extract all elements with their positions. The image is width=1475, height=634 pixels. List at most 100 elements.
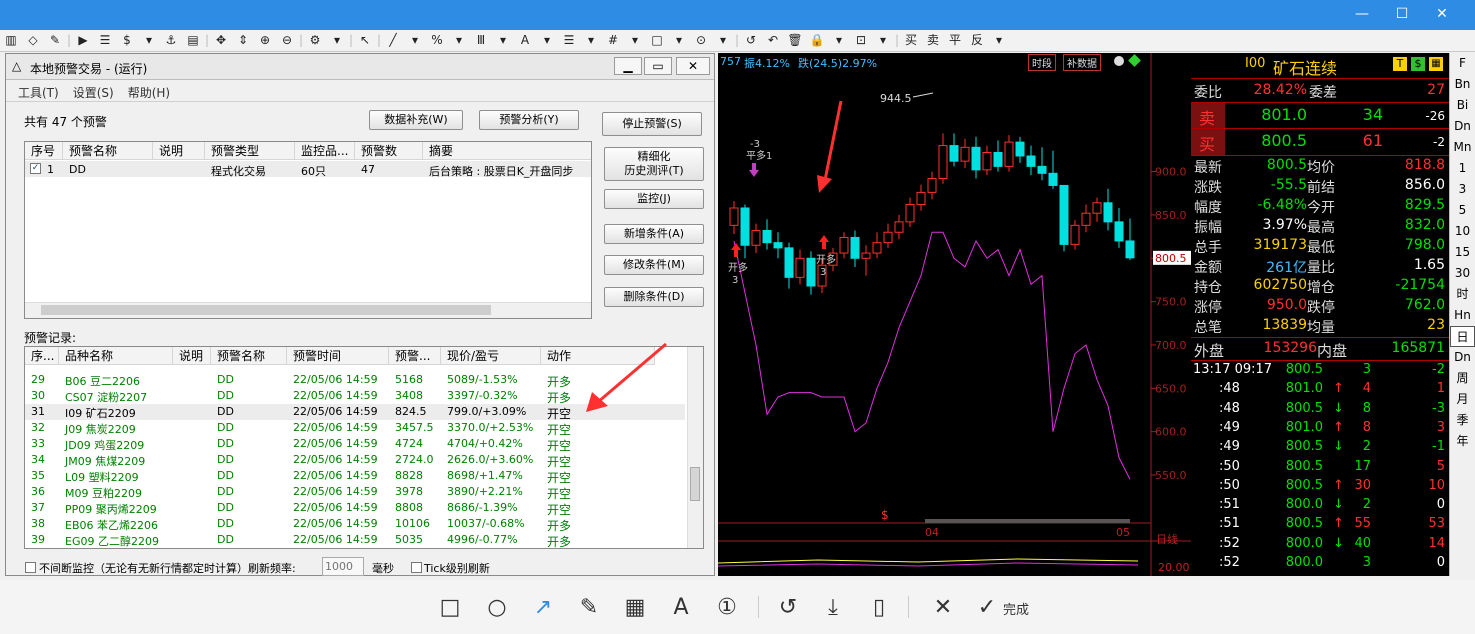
column-header[interactable]: 监控品... <box>295 142 355 160</box>
add-condition-button[interactable]: 新增条件(A) <box>604 224 704 244</box>
period-tab[interactable]: Dn <box>1450 116 1475 137</box>
column-header[interactable]: 预警... <box>389 347 441 365</box>
toolbar-icon[interactable]: ⊙ <box>690 30 712 50</box>
toolbar-icon[interactable]: 反 <box>966 30 988 50</box>
ellipse-tool-icon[interactable]: ○ <box>482 595 512 620</box>
toolbar-icon[interactable]: 买 <box>900 30 922 50</box>
column-header[interactable]: 摘要 <box>423 142 591 160</box>
toolbar-icon[interactable]: 卖 <box>922 30 944 50</box>
toolbar-icon[interactable]: A <box>514 30 536 50</box>
pin-icon[interactable]: ▯ <box>864 595 894 620</box>
menu-item[interactable]: 设置(S) <box>73 86 114 100</box>
period-tab[interactable]: 日 <box>1450 326 1475 347</box>
continuous-monitor-checkbox[interactable] <box>25 562 36 573</box>
table-row[interactable]: 37 PP09 聚丙烯2209 DD 22/05/06 14:59 8808 8686/-… <box>25 500 685 517</box>
refine-history-button[interactable]: 精细化 历史测评(T) <box>604 147 704 181</box>
toolbar-icon[interactable]: ▾ <box>624 30 646 50</box>
pen-tool-icon[interactable]: ✎ <box>574 595 604 620</box>
toolbar-icon[interactable]: ▥ <box>0 30 22 50</box>
toolbar-icon[interactable]: ▤ <box>182 30 204 50</box>
undo-icon[interactable]: ↺ <box>773 595 803 620</box>
number-tool-icon[interactable]: ① <box>712 595 742 620</box>
dollar-badge[interactable]: $ <box>1411 57 1425 71</box>
toolbar-icon[interactable]: ✎ <box>44 30 66 50</box>
confirm-icon[interactable]: ✓ <box>972 595 1002 620</box>
scroll-thumb[interactable] <box>41 305 491 315</box>
rectangle-tool-icon[interactable]: □ <box>435 595 465 620</box>
table-row[interactable]: 31 I09 矿石2209 DD 22/05/06 14:59 824.5 799.0/+… <box>25 404 685 421</box>
period-tab[interactable]: 年 <box>1450 431 1475 452</box>
toolbar-icon[interactable]: ▾ <box>988 30 1010 50</box>
toolbar-icon[interactable]: $ <box>116 30 138 50</box>
arrow-tool-icon[interactable]: ↗ <box>528 595 558 620</box>
toolbar-icon[interactable]: ✥ <box>210 30 232 50</box>
column-header[interactable]: 预警时间 <box>287 347 389 365</box>
download-icon[interactable]: ⤓ <box>818 595 848 620</box>
period-button[interactable]: 时段 <box>1028 54 1056 71</box>
table-row[interactable]: 38 EB06 苯乙烯2206 DD 22/05/06 14:59 10106 10037… <box>25 516 685 533</box>
menu-item[interactable]: 帮助(H) <box>128 86 170 100</box>
toolbar-icon[interactable]: ↖ <box>354 30 376 50</box>
table-row[interactable]: 32 J09 焦炭2209 DD 22/05/06 14:59 3457.5 3370.0… <box>25 420 685 437</box>
toolbar-icon[interactable]: ▾ <box>712 30 734 50</box>
toolbar-icon[interactable]: ◇ <box>22 30 44 50</box>
toolbar-icon[interactable]: □ <box>646 30 668 50</box>
toolbar-icon[interactable]: Ⅲ <box>470 30 492 50</box>
vertical-scrollbar[interactable] <box>687 347 703 548</box>
period-tab[interactable]: Mn <box>1450 137 1475 158</box>
toolbar-icon[interactable]: % <box>426 30 448 50</box>
dialog-minimize-button[interactable]: ▁ <box>614 57 642 75</box>
toolbar-icon[interactable]: ▾ <box>326 30 348 50</box>
column-header[interactable]: 现价/盈亏 <box>441 347 541 365</box>
row-checkbox[interactable]: ✓ <box>30 163 41 174</box>
period-tab[interactable]: 5 <box>1450 200 1475 221</box>
period-tab[interactable]: 15 <box>1450 242 1475 263</box>
toolbar-icon[interactable]: ↶ <box>762 30 784 50</box>
period-tab[interactable]: 月 <box>1450 389 1475 410</box>
toolbar-icon[interactable]: ▾ <box>668 30 690 50</box>
tick-refresh-checkbox[interactable] <box>411 562 422 573</box>
t-badge[interactable]: T <box>1393 57 1407 71</box>
column-header[interactable]: 预警名称 <box>63 142 153 160</box>
column-header[interactable]: 序号 <box>25 142 63 160</box>
refresh-rate-input[interactable] <box>322 557 364 576</box>
monitor-button[interactable]: 监控(J) <box>604 189 704 209</box>
period-tab[interactable]: Bn <box>1450 74 1475 95</box>
period-tab[interactable]: F <box>1450 53 1475 74</box>
toolbar-icon[interactable]: ⇕ <box>232 30 254 50</box>
toolbar-icon[interactable]: 🔒 <box>806 30 828 50</box>
period-tab[interactable]: Hn <box>1450 305 1475 326</box>
toolbar-icon[interactable]: ▾ <box>828 30 850 50</box>
toolbar-icon[interactable]: ▾ <box>580 30 602 50</box>
toolbar-icon[interactable]: ▾ <box>536 30 558 50</box>
column-header[interactable]: 说明 <box>173 347 211 365</box>
period-tab[interactable]: Bi <box>1450 95 1475 116</box>
delete-condition-button[interactable]: 删除条件(D) <box>604 287 704 307</box>
dialog-maximize-button[interactable]: ▭ <box>644 57 672 75</box>
toolbar-icon[interactable]: ⚙ <box>304 30 326 50</box>
close-button[interactable]: ✕ <box>1432 6 1452 22</box>
toolbar-icon[interactable]: ╱ <box>382 30 404 50</box>
toolbar-icon[interactable]: ▾ <box>448 30 470 50</box>
kline-chart[interactable]: 900.0850.0800.0750.0700.0650.0600.0550.0… <box>718 53 1191 576</box>
stop-alert-button[interactable]: 停止预警(S) <box>602 112 702 136</box>
column-header[interactable]: 品种名称 <box>59 347 173 365</box>
grid-icon[interactable]: ▦ <box>1429 57 1443 71</box>
table-row[interactable]: 30 CS07 淀粉2207 DD 22/05/06 14:59 3408 3397/-0… <box>25 388 685 405</box>
period-tab[interactable]: 3 <box>1450 179 1475 200</box>
table-row[interactable]: 35 L09 塑料2209 DD 22/05/06 14:59 8828 8698/+1.… <box>25 468 685 485</box>
toolbar-icon[interactable]: # <box>602 30 624 50</box>
period-tab[interactable]: 时 <box>1450 284 1475 305</box>
dialog-close-button[interactable]: ✕ <box>676 57 710 75</box>
toolbar-icon[interactable]: ⊖ <box>276 30 298 50</box>
table-row[interactable]: 36 M09 豆粕2209 DD 22/05/06 14:59 3978 3890/+2.… <box>25 484 685 501</box>
period-tab[interactable]: 1 <box>1450 158 1475 179</box>
table-row[interactable]: 33 JD09 鸡蛋2209 DD 22/05/06 14:59 4724 4704/+0… <box>25 436 685 453</box>
period-tab[interactable]: 30 <box>1450 263 1475 284</box>
alert-analysis-button[interactable]: 预警分析(Y) <box>479 110 579 130</box>
toolbar-icon[interactable]: ⚓ <box>160 30 182 50</box>
toolbar-icon[interactable]: ▾ <box>138 30 160 50</box>
table-row[interactable]: 39 EG09 乙二醇2209 DD 22/05/06 14:59 5035 4996/-… <box>25 532 685 548</box>
edit-condition-button[interactable]: 修改条件(M) <box>604 255 704 275</box>
column-header[interactable]: 预警类型 <box>205 142 295 160</box>
